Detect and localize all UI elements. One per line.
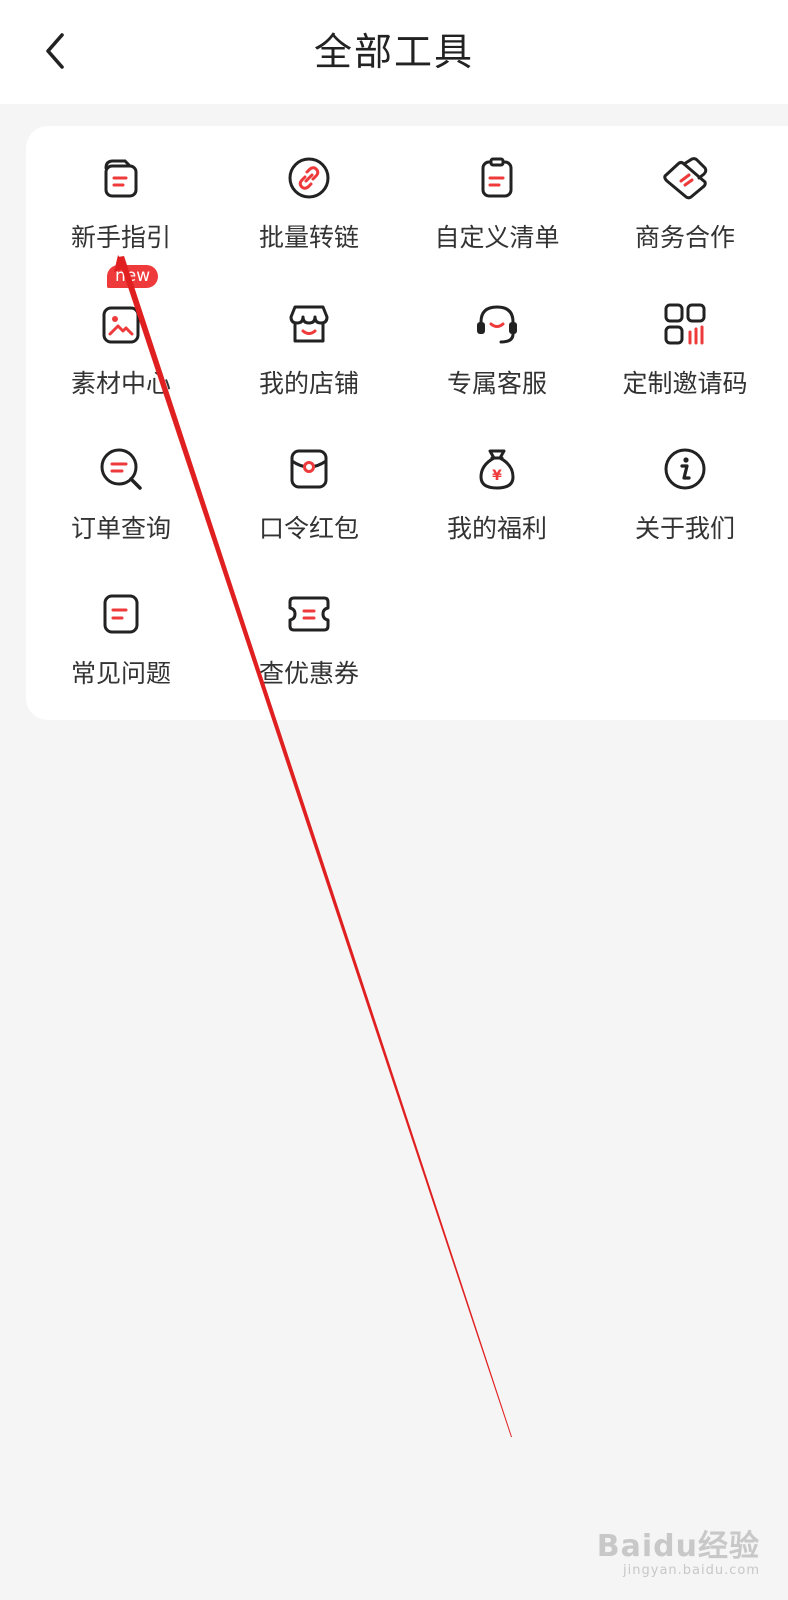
- red-envelope-icon: [290, 449, 328, 489]
- top-bar: 全部工具: [0, 0, 788, 104]
- svg-text:¥: ¥: [492, 468, 502, 484]
- tool-label: 新手指引: [70, 223, 171, 252]
- tool-label: 常见问题: [70, 659, 171, 688]
- headset-icon: [477, 305, 517, 344]
- shop-icon: [289, 305, 329, 343]
- link-icon: [288, 157, 330, 199]
- tool-password-red-packet[interactable]: 口令红包: [214, 417, 404, 557]
- page-title: 全部工具: [313, 30, 474, 74]
- baidu-jingyan-watermark: Baidu经验 jingyan.baidu.com: [597, 1521, 760, 1578]
- tools-card: 新手指引 批量转链 自定义清单 商务合作 new 素材中心 我的店铺 专属客服 …: [26, 126, 788, 720]
- tools-grid: 新手指引 批量转链 自定义清单 商务合作 new 素材中心 我的店铺 专属客服 …: [26, 126, 788, 720]
- tool-label: 自定义清单: [434, 223, 560, 252]
- tool-business-cooperation[interactable]: 商务合作: [590, 126, 780, 266]
- guide-icon: [104, 159, 138, 198]
- tool-beginner-guide[interactable]: 新手指引: [26, 126, 216, 266]
- tool-check-coupon[interactable]: 查优惠券: [214, 562, 404, 702]
- image-folder-icon: [102, 306, 140, 344]
- tool-exclusive-service[interactable]: 专属客服: [402, 272, 592, 412]
- tool-order-query[interactable]: 订单查询: [26, 417, 216, 557]
- tool-label: 口令红包: [258, 514, 359, 543]
- tool-label: 查优惠券: [258, 659, 359, 688]
- watermark-logo: Baidu经验: [596, 1529, 760, 1564]
- clipboard-icon: [481, 157, 513, 198]
- handshake-icon: [663, 157, 708, 200]
- tool-label: 关于我们: [634, 514, 735, 543]
- tool-my-shop[interactable]: 我的店铺: [214, 272, 404, 412]
- grid-chart-icon: [664, 303, 706, 345]
- tool-custom-list[interactable]: 自定义清单: [402, 126, 592, 266]
- coupon-icon: [288, 596, 330, 632]
- new-badge: new: [107, 265, 159, 288]
- tool-label: 我的福利: [446, 514, 547, 543]
- tool-label: 订单查询: [70, 514, 171, 543]
- money-bag-icon: ¥: [479, 449, 515, 490]
- tool-custom-invite-code[interactable]: 定制邀请码: [590, 272, 780, 412]
- faq-doc-icon: [103, 594, 139, 634]
- tool-batch-link[interactable]: 批量转链: [214, 126, 404, 266]
- search-list-icon: [100, 448, 142, 490]
- tool-label: 批量转链: [258, 223, 359, 252]
- info-icon: [664, 448, 706, 490]
- tool-about-us[interactable]: 关于我们: [590, 417, 780, 557]
- watermark-url: jingyan.baidu.com: [623, 1563, 760, 1578]
- tool-my-welfare[interactable]: ¥ 我的福利: [402, 417, 592, 557]
- tool-label: 专属客服: [446, 369, 547, 398]
- tool-material-center[interactable]: new 素材中心: [26, 265, 216, 412]
- tool-label: 素材中心: [70, 369, 171, 398]
- tool-faq[interactable]: 常见问题: [26, 562, 216, 702]
- tool-label: 定制邀请码: [622, 369, 748, 398]
- tool-label: 商务合作: [634, 223, 735, 252]
- tool-label: 我的店铺: [258, 369, 359, 398]
